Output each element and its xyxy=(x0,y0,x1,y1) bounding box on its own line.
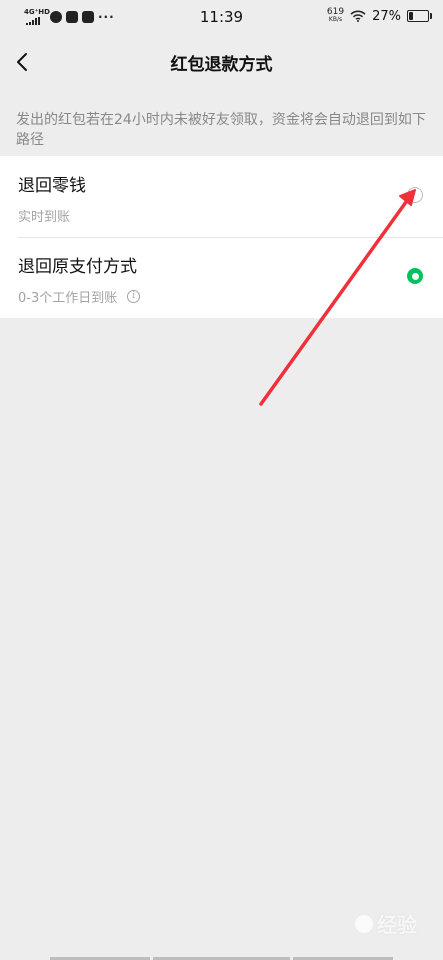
battery-icon xyxy=(407,10,432,22)
page-title: 红包退款方式 xyxy=(170,55,273,75)
option-refund-to-original-payment[interactable]: 退回原支付方式 0-3个工作日到账 i xyxy=(0,237,443,318)
option-subtitle: 0-3个工作日到账 i xyxy=(18,287,141,306)
refund-option-list: 退回零钱 实时到账 退回原支付方式 0-3个工作日到账 i xyxy=(0,156,443,318)
option-subtitle-text: 0-3个工作日到账 xyxy=(18,291,118,306)
network-speed-unit: KB/s xyxy=(328,16,343,23)
option-subtitle: 实时到账 xyxy=(18,206,70,225)
radio-button[interactable] xyxy=(407,268,423,284)
watermark: 经验 xyxy=(355,909,417,938)
battery-percent: 27% xyxy=(372,8,401,24)
option-subtitle-text: 实时到账 xyxy=(18,210,71,225)
refund-description: 发出的红包若在24小时内未被好友领取，资金将会自动退回到如下路径 xyxy=(16,112,426,148)
nav-bar: 红包退款方式 xyxy=(0,36,443,88)
option-title: 退回原支付方式 xyxy=(18,257,137,277)
radio-button[interactable] xyxy=(407,187,423,203)
wifi-icon xyxy=(350,10,366,22)
info-icon[interactable]: i xyxy=(127,290,141,303)
option-title: 退回零钱 xyxy=(18,176,86,196)
battery-fill xyxy=(409,12,413,20)
option-refund-to-balance[interactable]: 退回零钱 实时到账 xyxy=(0,156,443,237)
paw-logo-icon xyxy=(355,914,373,933)
status-right-icons: 619 KB/s 27% xyxy=(327,8,432,24)
status-bar: 4G⁺HD ··· 11:39 619 KB/s 27% xyxy=(0,0,443,36)
network-speed: 619 KB/s xyxy=(327,8,344,24)
watermark-text: 经验 xyxy=(377,913,417,937)
